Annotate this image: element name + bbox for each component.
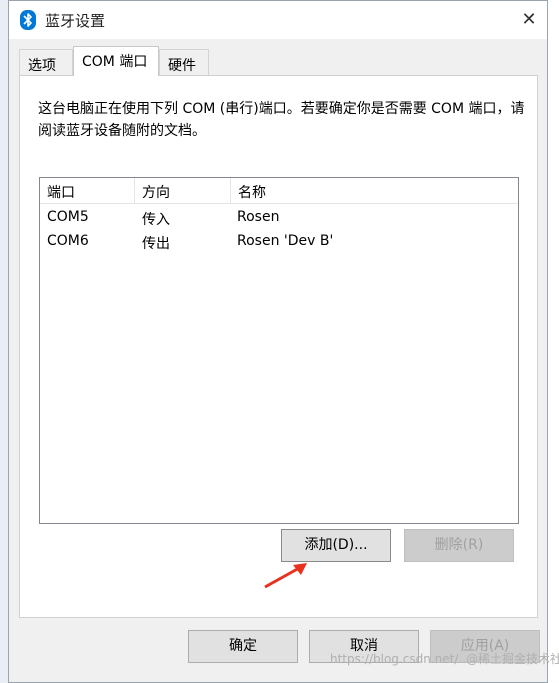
port-cell: COM6 — [47, 233, 89, 249]
description-text: 这台电脑正在使用下列 COM (串行)端口。若要确定你是否需要 COM 端口，请… — [38, 101, 525, 139]
table-row[interactable]: COM6 传出 Rosen 'Dev B' — [40, 230, 518, 254]
column-header-direction[interactable]: 方向 — [135, 178, 231, 204]
title-bar: 蓝牙设置 ✕ — [9, 1, 547, 39]
watermark: https://blog.csdn.net/..@稀土掘金技术社区 — [330, 652, 559, 666]
red-arrow-annotation — [264, 563, 307, 589]
bluetooth-icon — [20, 10, 36, 30]
direction-cell: 传入 — [142, 212, 170, 228]
name-cell: Rosen — [237, 209, 280, 225]
tab-com-ports[interactable]: COM 端口 — [73, 46, 159, 76]
tab-hardware[interactable]: 硬件 — [159, 49, 209, 75]
tab-options[interactable]: 选项 — [19, 49, 73, 75]
ok-button[interactable]: 确定 — [188, 630, 298, 663]
com-ports-panel: 这台电脑正在使用下列 COM (串行)端口。若要确定你是否需要 COM 端口，请… — [19, 75, 538, 618]
column-header-port[interactable]: 端口 — [40, 178, 135, 204]
close-icon[interactable]: ✕ — [519, 10, 539, 30]
list-header: 端口 方向 名称 — [40, 178, 518, 204]
window-title: 蓝牙设置 — [45, 12, 106, 30]
name-cell: Rosen 'Dev B' — [237, 233, 334, 249]
table-row[interactable]: COM5 传入 Rosen — [40, 206, 518, 230]
column-header-name[interactable]: 名称 — [231, 178, 518, 204]
port-cell: COM5 — [47, 209, 89, 225]
com-port-list[interactable]: 端口 方向 名称 COM5 传入 Rosen COM6 传出 Rosen 'De… — [39, 177, 519, 524]
direction-cell: 传出 — [142, 236, 170, 252]
remove-button[interactable]: 删除(R) — [404, 529, 514, 562]
